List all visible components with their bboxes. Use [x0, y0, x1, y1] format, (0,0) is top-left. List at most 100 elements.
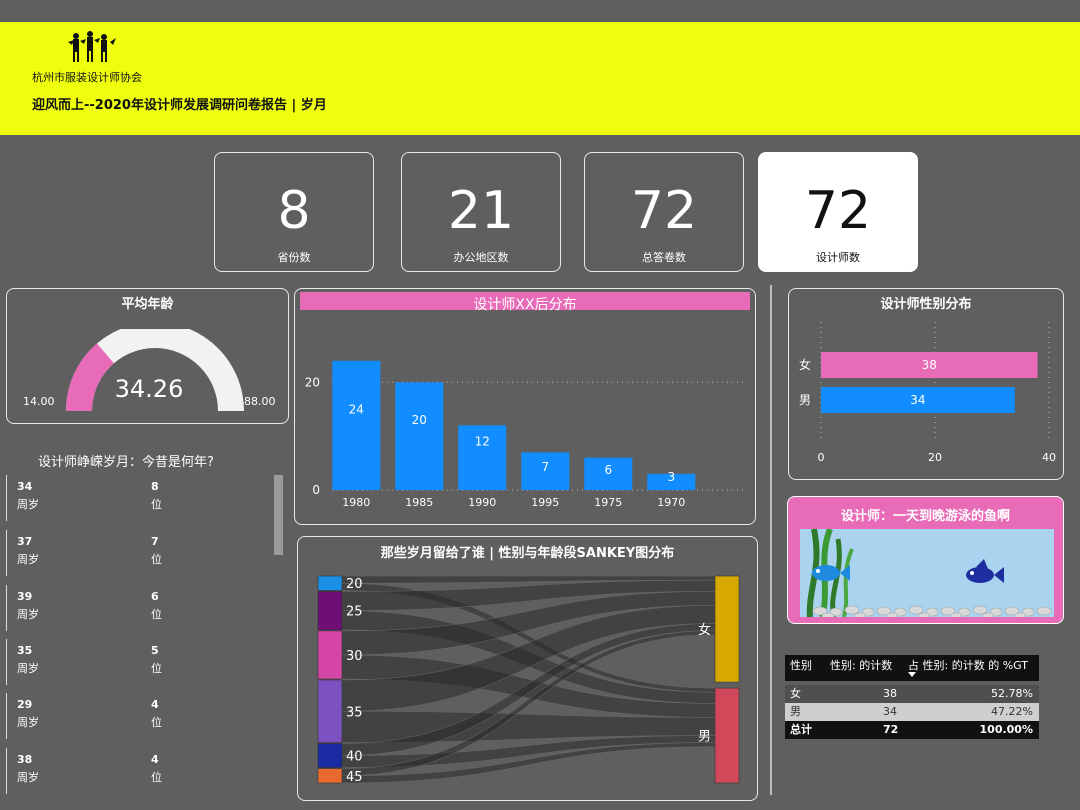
x-tick-label: 1990: [468, 496, 496, 509]
navy-fish-right-icon: [966, 559, 1004, 583]
decade-chart-title: 设计师XX后分布: [473, 297, 577, 313]
gender-chart-title: 设计师性别分布: [880, 297, 972, 312]
kpi-label: 设计师数: [816, 251, 860, 264]
association-logo-icon: [68, 31, 116, 62]
count-unit: 位: [151, 498, 162, 511]
x-tick-label: 1995: [531, 496, 559, 509]
kpi-value: 21: [447, 181, 515, 241]
kpi-card-provinces: 8 省份数: [214, 152, 374, 272]
kpi-label: 省份数: [277, 251, 311, 264]
count-value: 4: [151, 698, 159, 711]
sort-desc-icon[interactable]: [907, 672, 917, 678]
sankey-age-label: 45: [346, 770, 363, 785]
age-unit: 周岁: [17, 662, 39, 675]
y-tick-label: 20: [305, 375, 320, 389]
decade-bar-chart: 0 20 24 1980 20 1985 12 1990 7 1995 6 1975 3 1970: [305, 360, 746, 509]
total-count: 72: [883, 723, 899, 736]
count-value: 6: [151, 590, 159, 603]
sankey-age-node: [317, 679, 343, 743]
age-list[interactable]: 34 周岁 8 位 37 周岁 7 位 39 周岁 6 位 35 周岁 5 位 …: [6, 473, 286, 803]
gauge-max-label: 88.00: [244, 395, 276, 408]
list-item: 35 周岁 5 位: [6, 639, 276, 685]
count-unit: 位: [151, 608, 162, 621]
age-list-scrollbar[interactable]: [274, 475, 283, 555]
x-tick-label: 1980: [342, 496, 370, 509]
column-header[interactable]: 性别: 的计数: [830, 655, 892, 677]
sankey-age-node: [317, 743, 343, 768]
sankey-gender-label: 女: [698, 622, 711, 638]
kpi-value: 72: [630, 181, 698, 241]
gender-bar-chart: 0 20 40 38 女 34 男: [799, 322, 1056, 464]
sankey-title: 那些岁月留给了谁 | 性别与年龄段SANKEY图分布: [380, 546, 675, 561]
age-value: 29: [17, 698, 33, 711]
list-item: 37 周岁 7 位: [6, 530, 276, 576]
bar-data-label: 20: [412, 413, 427, 427]
cell-gender: 男: [790, 705, 801, 718]
sankey-age-label: 25: [346, 605, 363, 620]
sankey-gender-label: 男: [698, 730, 711, 745]
age-value: 37: [17, 535, 33, 548]
age-value: 35: [17, 644, 33, 657]
vertical-divider: [770, 285, 772, 795]
x-tick-label: 1970: [657, 496, 685, 509]
bar-data-label: 34: [910, 393, 925, 407]
gauge-value: 34.26: [114, 375, 184, 403]
age-value: 39: [17, 590, 33, 603]
count-unit: 位: [151, 771, 162, 784]
list-item: 39 周岁 6 位: [6, 585, 276, 631]
list-item: 38 周岁 4 位: [6, 748, 276, 794]
fish-animation-card: 设计师：一天到晚游泳的鱼啊: [787, 496, 1064, 624]
sankey-gender-node: [714, 575, 740, 683]
kpi-card-designers: 72 设计师数: [758, 152, 918, 272]
cell-gender: 女: [790, 687, 801, 700]
table-row: 男 34 47.22%: [785, 703, 1039, 721]
sankey-gender-node: [714, 687, 740, 784]
x-tick-label: 40: [1042, 451, 1056, 464]
column-header[interactable]: 占 性别: 的计数 的 %GT: [908, 655, 1028, 677]
count-unit: 位: [151, 716, 162, 729]
age-value: 38: [17, 753, 33, 766]
count-value: 4: [151, 753, 159, 766]
list-item: 34 周岁 8 位: [6, 475, 276, 521]
kpi-value: 72: [804, 181, 872, 241]
y-tick-label: 0: [312, 483, 320, 497]
column-header[interactable]: 性别: [790, 655, 812, 677]
organization-name: 杭州市服装设计师协会: [32, 71, 142, 84]
x-tick-label: 1985: [405, 496, 433, 509]
table-total-row: 总计 72 100.00%: [785, 721, 1039, 739]
sankey-age-node: [317, 630, 343, 680]
table-row: 女 38 52.78%: [785, 685, 1039, 703]
age-unit: 周岁: [17, 716, 39, 729]
gender-count-table: 性别 性别: 的计数 占 性别: 的计数 的 %GT 女 38 52.78% 男…: [785, 655, 1039, 739]
decade-chart-header: 设计师XX后分布: [300, 292, 750, 313]
sankey-diagram: 20 25 30 35 40 45 女男: [317, 575, 740, 785]
x-tick-label: 1975: [594, 496, 622, 509]
age-unit: 周岁: [17, 771, 39, 784]
y-tick-label: 男: [799, 393, 811, 407]
table-header-row: 性别 性别: 的计数 占 性别: 的计数 的 %GT: [785, 655, 1039, 681]
bar-data-label: 24: [349, 402, 364, 416]
sankey-age-node: [317, 768, 343, 784]
gauge-min-label: 14.00: [23, 395, 55, 408]
age-list-title: 设计师峥嵘岁月：今昔是何年?: [38, 455, 214, 470]
average-age-card: 平均年龄 14.00 88.00 34.26: [6, 288, 289, 424]
cell-pct: 52.78%: [991, 687, 1033, 700]
cell-count: 38: [883, 687, 897, 700]
list-item: 29 周岁 4 位: [6, 693, 276, 739]
bar: [395, 382, 444, 490]
kpi-card-office-regions: 21 办公地区数: [401, 152, 561, 272]
sankey-age-label: 30: [346, 649, 363, 664]
cell-count: 34: [883, 705, 897, 718]
bar: [332, 360, 381, 490]
total-pct: 100.00%: [979, 723, 1033, 736]
bar-data-label: 6: [604, 463, 612, 477]
top-strip: [0, 0, 1080, 22]
report-title: 迎风而上--2020年设计师发展调研问卷报告 | 岁月: [32, 98, 327, 113]
total-label: 总计: [790, 723, 812, 736]
gauge-title: 平均年龄: [121, 297, 174, 312]
kpi-value: 8: [277, 181, 311, 241]
count-unit: 位: [151, 553, 162, 566]
kpi-label: 办公地区数: [453, 251, 509, 264]
count-unit: 位: [151, 662, 162, 675]
count-value: 7: [151, 535, 159, 548]
